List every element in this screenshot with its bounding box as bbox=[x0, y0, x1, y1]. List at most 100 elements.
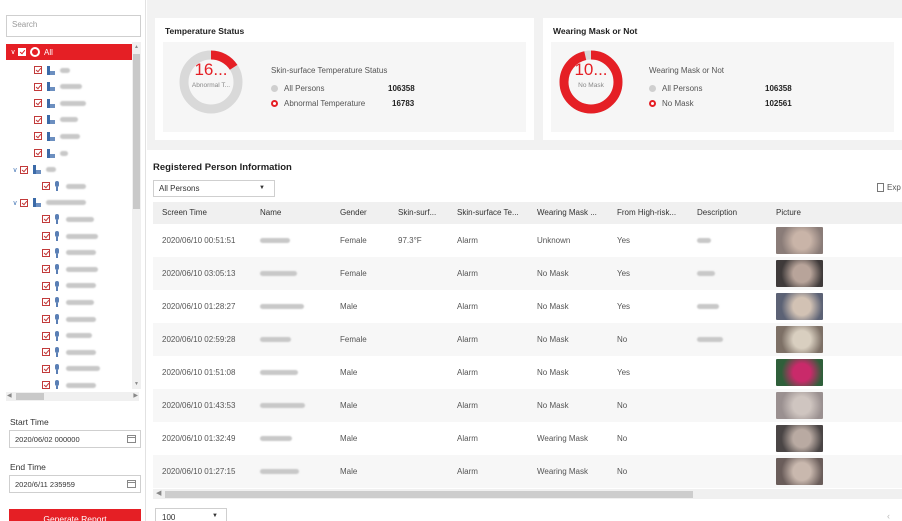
cell-name bbox=[260, 236, 290, 245]
checkbox[interactable] bbox=[42, 331, 50, 340]
chevron-down-icon[interactable]: ∨ bbox=[10, 199, 20, 207]
calendar-icon[interactable] bbox=[127, 435, 136, 443]
scroll-thumb[interactable] bbox=[165, 491, 693, 498]
tree-node[interactable] bbox=[42, 294, 94, 310]
table-row[interactable]: 2020/06/10 00:51:51 Female 97.3°F Alarm Unkn… bbox=[153, 224, 902, 257]
camera-icon bbox=[54, 330, 61, 341]
search-input[interactable] bbox=[12, 20, 135, 29]
person-picture[interactable] bbox=[776, 293, 823, 320]
person-picture[interactable] bbox=[776, 458, 823, 485]
column-header[interactable]: Skin-surf... bbox=[398, 208, 436, 217]
table-row[interactable]: 2020/06/10 01:28:27 Male Alarm No Mask Yes bbox=[153, 290, 902, 323]
chevron-down-icon[interactable]: ∨ bbox=[10, 166, 20, 174]
checkbox[interactable] bbox=[34, 132, 42, 141]
card-body: 16... Abnormal T... Skin-surface Tempera… bbox=[163, 42, 526, 132]
person-picture[interactable] bbox=[776, 392, 823, 419]
column-header[interactable]: Picture bbox=[776, 208, 801, 217]
tree-scrollbar[interactable]: ▲ ▼ bbox=[132, 42, 141, 389]
column-header[interactable]: Wearing Mask ... bbox=[537, 208, 597, 217]
scroll-left-icon[interactable]: ◀ bbox=[156, 489, 161, 497]
checkbox[interactable] bbox=[42, 298, 50, 307]
table-row[interactable]: 2020/06/10 01:43:53 Male Alarm No Mask No bbox=[153, 389, 902, 422]
column-header[interactable]: Skin-surface Te... bbox=[457, 208, 519, 217]
cell-risk: No bbox=[617, 467, 628, 476]
scroll-down-icon[interactable]: ▼ bbox=[132, 381, 141, 387]
checkbox[interactable] bbox=[20, 198, 28, 207]
checkbox[interactable] bbox=[42, 182, 50, 191]
scroll-thumb[interactable] bbox=[16, 393, 44, 400]
tree-node[interactable] bbox=[34, 79, 82, 95]
table-row[interactable]: 2020/06/10 02:59:28 Female Alarm No Mask No bbox=[153, 323, 902, 356]
export-button[interactable]: Exp bbox=[877, 183, 901, 192]
calendar-icon[interactable] bbox=[127, 480, 136, 488]
tree-node[interactable] bbox=[42, 344, 96, 360]
table-horizontal-scrollbar[interactable]: ◀ bbox=[153, 489, 902, 499]
tree-node[interactable] bbox=[42, 211, 94, 227]
checkbox[interactable] bbox=[42, 315, 50, 323]
person-picture[interactable] bbox=[776, 359, 823, 386]
checkbox[interactable] bbox=[34, 115, 42, 124]
checkbox[interactable] bbox=[42, 248, 50, 257]
scroll-left-icon[interactable]: ◀ bbox=[7, 392, 12, 399]
tree-node[interactable]: ∨ bbox=[10, 162, 56, 178]
tree-node[interactable] bbox=[34, 95, 86, 111]
column-header[interactable]: From High-risk... bbox=[617, 208, 676, 217]
tree-node-all[interactable]: ∨ All bbox=[6, 44, 134, 60]
person-filter-select[interactable]: All Persons ▼ bbox=[153, 180, 275, 197]
column-header[interactable]: Name bbox=[260, 208, 281, 217]
column-header[interactable]: Screen Time bbox=[162, 208, 207, 217]
table-row[interactable]: 2020/06/10 01:27:15 Male Alarm Wearing Mask… bbox=[153, 455, 902, 488]
tree-node[interactable] bbox=[42, 278, 96, 294]
checkbox[interactable] bbox=[34, 66, 42, 74]
scroll-up-icon[interactable]: ▲ bbox=[132, 44, 141, 50]
checkbox[interactable] bbox=[42, 281, 50, 290]
generate-report-button[interactable]: Generate Report bbox=[9, 509, 141, 521]
donut-value: 16... bbox=[194, 60, 228, 79]
tree-node[interactable] bbox=[42, 311, 96, 327]
search-box[interactable] bbox=[6, 15, 141, 37]
person-picture[interactable] bbox=[776, 227, 823, 254]
start-time-field[interactable]: 2020/06/02 000000 bbox=[9, 430, 141, 448]
table-row[interactable]: 2020/06/10 01:51:08 Male Alarm No Mask Yes bbox=[153, 356, 902, 389]
checkbox[interactable] bbox=[42, 348, 50, 357]
tree-node[interactable] bbox=[42, 245, 96, 261]
checkbox[interactable] bbox=[34, 149, 42, 157]
person-picture[interactable] bbox=[776, 326, 823, 353]
tree-node[interactable] bbox=[42, 361, 100, 377]
tree-node[interactable] bbox=[34, 145, 68, 161]
checkbox[interactable] bbox=[34, 99, 42, 108]
column-header[interactable]: Description bbox=[697, 208, 737, 217]
column-header[interactable]: Gender bbox=[340, 208, 367, 217]
checkbox[interactable] bbox=[42, 364, 50, 373]
tree-horizontal-scrollbar[interactable]: ◀ ▶ bbox=[6, 392, 139, 401]
table-row[interactable]: 2020/06/10 01:32:49 Male Alarm Wearing Mask… bbox=[153, 422, 902, 455]
checkbox[interactable] bbox=[42, 215, 50, 224]
checkbox[interactable] bbox=[34, 82, 42, 91]
end-time-field[interactable]: 2020/6/11 235959 bbox=[9, 475, 141, 493]
chevron-down-icon[interactable]: ∨ bbox=[8, 48, 18, 56]
tree-node[interactable] bbox=[34, 62, 70, 78]
tree-node[interactable] bbox=[42, 261, 98, 277]
checkbox[interactable] bbox=[42, 381, 50, 389]
checkbox[interactable] bbox=[18, 48, 26, 56]
scroll-right-icon[interactable]: ▶ bbox=[133, 392, 138, 399]
tree-node[interactable] bbox=[42, 178, 86, 194]
tree-node[interactable] bbox=[42, 377, 96, 389]
checkbox[interactable] bbox=[42, 232, 50, 240]
table-row[interactable]: 2020/06/10 03:05:13 Female Alarm No Mask Yes bbox=[153, 257, 902, 290]
blurred-description bbox=[697, 271, 715, 276]
person-picture[interactable] bbox=[776, 260, 823, 287]
tree-node[interactable] bbox=[34, 112, 78, 128]
checkbox[interactable] bbox=[20, 165, 28, 174]
checkbox[interactable] bbox=[42, 265, 50, 274]
blurred-name bbox=[60, 133, 80, 139]
stat-label: Abnormal Temperature bbox=[284, 99, 366, 108]
tree-node[interactable] bbox=[42, 228, 98, 244]
tree-node[interactable] bbox=[34, 128, 80, 144]
person-picture[interactable] bbox=[776, 425, 823, 452]
previous-page-icon[interactable]: ‹ bbox=[887, 511, 890, 521]
tree-node[interactable] bbox=[42, 328, 92, 344]
tree-node[interactable]: ∨ bbox=[10, 195, 86, 211]
scroll-thumb[interactable] bbox=[133, 54, 140, 209]
page-size-select[interactable]: 100 ▼ bbox=[155, 508, 227, 521]
